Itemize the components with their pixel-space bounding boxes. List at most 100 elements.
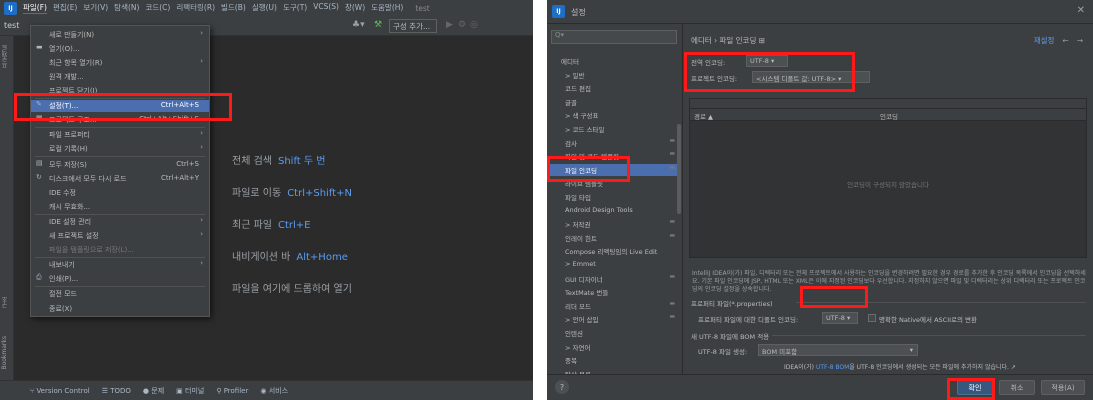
debug-icon[interactable]: ⚙ bbox=[458, 20, 466, 30]
file-menu-item[interactable]: 절전 모드 bbox=[31, 288, 209, 300]
bom-select[interactable]: BOM 미포함 ▾ bbox=[758, 344, 918, 356]
file-menu-item-label: 모두 저장(S) bbox=[49, 161, 87, 169]
intellij-logo: IJ bbox=[552, 5, 565, 18]
reset-link[interactable]: 재설정 ← → bbox=[1034, 35, 1083, 46]
bom-note: IDEA이(가) UTF-8 BOM을 UTF-8 인코딩에서 생성되는 모든 … bbox=[784, 364, 1016, 371]
services-tab[interactable]: ◉ 서비스 bbox=[260, 386, 288, 396]
tree-item[interactable]: 검사 ▬ bbox=[547, 137, 679, 149]
add-configuration-button[interactable]: 구성 추가... bbox=[389, 19, 437, 33]
project-scope-icon: ▬ bbox=[669, 299, 675, 307]
menu-11[interactable]: 도움말(H) bbox=[371, 2, 403, 14]
file-menu-item[interactable]: 최근 항목 열기(R) › bbox=[31, 57, 209, 69]
file-menu-item[interactable]: ↻ 디스크에서 모두 다시 로드 Ctrl+Alt+Y bbox=[31, 173, 209, 185]
tree-item[interactable]: TextMate 번들 bbox=[547, 286, 679, 298]
properties-default-label: 프로퍼티 파일에 대한 디폴트 인코딩: bbox=[698, 316, 799, 324]
properties-encoding-select[interactable]: UTF-8 ▾ bbox=[822, 312, 858, 324]
utf8-bom-link[interactable]: UTF-8 BOM bbox=[816, 364, 849, 371]
menu-4[interactable]: 코드(C) bbox=[145, 2, 170, 14]
hint-recent-files: 최근 파일 Ctrl+E bbox=[232, 220, 311, 231]
tree-item[interactable]: > 자연어 bbox=[547, 341, 679, 353]
tree-item-label: 파일 타입 bbox=[565, 194, 591, 202]
menu-3[interactable]: 탐색(N) bbox=[114, 2, 139, 14]
file-menu-item[interactable]: IDE 수정 bbox=[31, 187, 209, 199]
file-menu-item[interactable]: ▬ 열기(O)... bbox=[31, 43, 209, 55]
file-menu-item[interactable]: 캐시 무효화... bbox=[31, 201, 209, 213]
bookmarks-tool-tab[interactable]: Bookmarks bbox=[1, 336, 8, 370]
tree-item[interactable]: 파일 타입 bbox=[547, 191, 679, 203]
project-tool-tab[interactable]: 프로젝트 bbox=[1, 44, 10, 68]
file-menu-item-label: 로컬 기록(H) bbox=[49, 145, 88, 153]
file-menu-item[interactable]: 새로 만들기(N) › bbox=[31, 29, 209, 41]
help-button[interactable]: ? bbox=[555, 380, 569, 394]
file-menu-item[interactable]: 로컬 기록(H) › bbox=[31, 143, 209, 155]
tree-scrollbar[interactable] bbox=[677, 124, 681, 214]
tree-item[interactable]: 글꼴 bbox=[547, 96, 679, 108]
file-menu-item[interactable]: 종료(X) bbox=[31, 303, 209, 315]
menu-1[interactable]: 편집(E) bbox=[53, 2, 77, 14]
menu-8[interactable]: 도구(T) bbox=[283, 2, 307, 14]
cancel-button[interactable]: 취소 bbox=[999, 380, 1035, 395]
tree-item[interactable]: > 코드 스타일 bbox=[547, 123, 679, 135]
tree-item[interactable]: 인레이 힌트 ▬ bbox=[547, 232, 679, 244]
tree-item-label: 코드 편집 bbox=[565, 85, 591, 94]
tree-item[interactable]: > 언어 삽입 ▬ bbox=[547, 313, 679, 325]
structure-tool-tab[interactable]: 구조 bbox=[1, 296, 10, 308]
tree-item[interactable]: Compose 리액팅임의 Live Edit bbox=[547, 245, 679, 257]
tree-item[interactable]: > 저작권 ▬ bbox=[547, 218, 679, 230]
bom-section-title: 새 UTF-8 파일에 BOM 적용 bbox=[691, 333, 770, 341]
file-menu-item[interactable]: 내보내기 › bbox=[31, 259, 209, 271]
menu-2[interactable]: 보기(V) bbox=[83, 2, 108, 14]
file-menu-item[interactable]: IDE 설정 관리 › bbox=[31, 216, 209, 228]
window-title: test bbox=[415, 3, 430, 13]
tree-item[interactable]: 리더 모드 ▬ bbox=[547, 300, 679, 312]
col-path[interactable]: 경로 ▲ bbox=[694, 111, 713, 121]
tree-item-label: 에디터 bbox=[561, 58, 579, 66]
profiler-tab[interactable]: ⚲ Profiler bbox=[216, 387, 248, 395]
project-scope-icon: ▬ bbox=[669, 231, 675, 239]
folder-icon: ▬ bbox=[36, 43, 43, 51]
settings-search-input[interactable]: Q▾ bbox=[551, 30, 677, 44]
menu-7[interactable]: 실행(U) bbox=[252, 2, 277, 14]
tree-item[interactable]: 인텐션 bbox=[547, 327, 679, 339]
menu-10[interactable]: 창(W) bbox=[345, 2, 365, 14]
file-menu-item[interactable]: 파일을 템플릿으로 저장(L)... bbox=[31, 244, 209, 256]
coverage-icon[interactable]: ◎ bbox=[470, 20, 478, 30]
apply-button[interactable]: 적용(A) bbox=[1041, 380, 1085, 395]
todo-tab[interactable]: ☰ TODO bbox=[102, 387, 131, 395]
project-scope-icon: ▬ bbox=[669, 313, 675, 321]
tree-item[interactable]: > 색 구성표 bbox=[547, 109, 679, 121]
hammer-icon[interactable]: ⚒ bbox=[374, 20, 382, 30]
file-menu-item[interactable]: ▤ 모두 저장(S) Ctrl+S bbox=[31, 159, 209, 171]
file-menu-item[interactable]: ⎙ 인쇄(P)... bbox=[31, 273, 209, 285]
problems-tab[interactable]: ● 문제 bbox=[143, 386, 164, 396]
ide-window: IJ 파일(F) 편집(E) 보기(V) 탐색(N) 코드(C) 리팩터링(R) 빌드(B)… bbox=[0, 0, 533, 400]
menu-6[interactable]: 빌드(B) bbox=[221, 2, 246, 14]
file-menu-item[interactable]: 파일 프로퍼티 › bbox=[31, 129, 209, 141]
tree-item[interactable]: 에디터 bbox=[547, 55, 679, 67]
close-icon[interactable]: ✕ bbox=[1077, 5, 1085, 16]
table-empty-text: 인코딩이 구성되지 않았습니다 bbox=[847, 181, 929, 189]
file-menu-item[interactable]: 새 프로젝트 설정 › bbox=[31, 230, 209, 242]
tree-item[interactable]: 중복 bbox=[547, 354, 679, 366]
settings-highlight bbox=[14, 93, 232, 121]
tree-item[interactable]: Android Design Tools bbox=[547, 205, 679, 217]
menu-0[interactable]: 파일(F) bbox=[23, 2, 47, 14]
native-ascii-checkbox[interactable] bbox=[868, 314, 876, 322]
col-encoding[interactable]: 인코딩 bbox=[880, 111, 898, 121]
settings-tree: Q▾ 에디터 > 일반 코드 편집 글꼴 > 색 구성표 > 코드 스타일 검사 ▬ 파일 및 … bbox=[547, 24, 683, 379]
menu-9[interactable]: VCS(S) bbox=[313, 2, 339, 14]
tree-item-label: > 언어 삽입 bbox=[565, 316, 599, 325]
tree-item[interactable]: > Emmet bbox=[547, 259, 679, 271]
tree-item-label: TextMate 번들 bbox=[565, 289, 609, 298]
tree-item[interactable]: 코드 편집 bbox=[547, 82, 679, 94]
version-control-tab[interactable]: ⑂ Version Control bbox=[30, 387, 90, 395]
tree-item[interactable]: > 일반 bbox=[547, 69, 679, 81]
vcs-icon[interactable]: ♣▾ bbox=[352, 20, 365, 30]
file-menu-item-label: 최근 항목 열기(R) bbox=[49, 59, 103, 67]
file-menu-item-shortcut: Ctrl+Alt+Y bbox=[161, 174, 199, 182]
file-menu-item[interactable]: 원격 개발... bbox=[31, 71, 209, 83]
menu-5[interactable]: 리팩터링(R) bbox=[176, 2, 215, 14]
run-icon[interactable]: ▶ bbox=[446, 20, 453, 30]
terminal-tab[interactable]: ▣ 터미널 bbox=[176, 386, 204, 396]
tree-item[interactable]: GUI 디자이너 ▬ bbox=[547, 273, 679, 285]
